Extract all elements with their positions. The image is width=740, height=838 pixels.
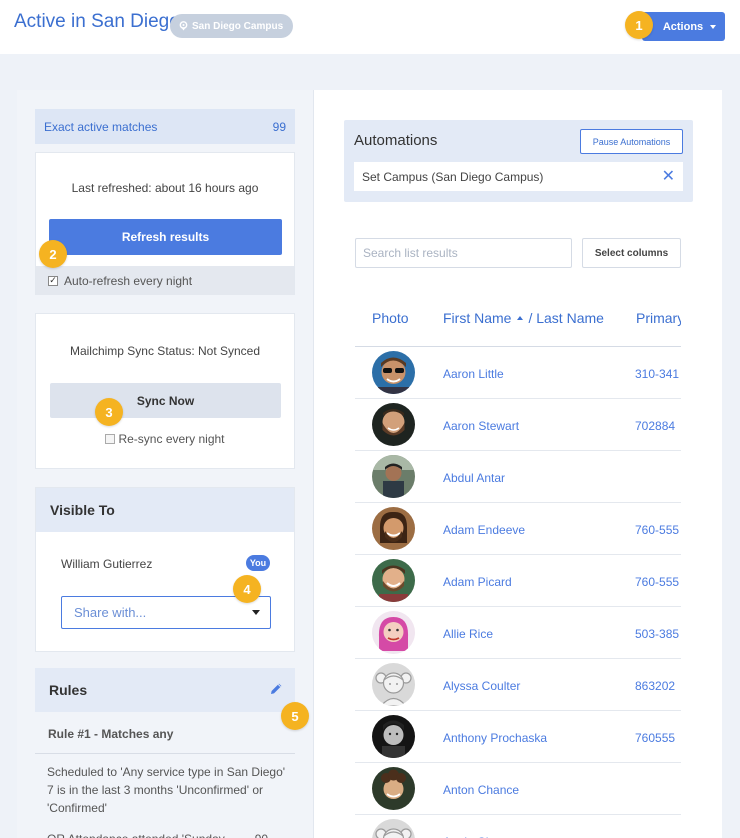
person-name-link[interactable]: Adam Picard [443,575,512,589]
person-name-link[interactable]: Anton Chance [443,783,519,797]
resync-checkbox[interactable] [105,434,116,444]
table-row[interactable]: Allie Rice 503-385 [355,607,681,659]
sort-ascending-icon [517,316,524,321]
resync-toggle[interactable]: Re-sync every night [36,432,294,446]
column-primary[interactable]: Primary [636,310,681,326]
avatar [372,455,415,498]
auto-refresh-checkbox[interactable]: ✓ [48,275,58,286]
primary-phone[interactable]: 310-341 [635,367,679,381]
person-name-link[interactable]: Anthony Prochaska [443,731,547,745]
table-row[interactable]: Alyssa Coulter 863202 [355,659,681,711]
visible-to-card: Visible To William Gutierrez You Share w… [35,487,295,652]
auto-refresh-label: Auto-refresh every night [64,273,193,288]
last-refreshed-text: Last refreshed: about 16 hours ago [71,181,259,195]
owner-name: William Gutierrez [61,557,153,571]
you-badge: You [246,555,270,571]
pause-automations-button[interactable]: Pause Automations [580,129,683,154]
person-name-link[interactable]: Adam Endeeve [443,523,525,537]
rule-description: Scheduled to 'Any service type in San Di… [47,765,286,815]
rules-card: Rules Rule #1 - Matches any Scheduled to… [35,668,295,838]
auto-refresh-toggle[interactable]: ✓ Auto-refresh every night [36,266,294,295]
column-first-name[interactable]: First Name [443,310,511,326]
page-title: Active in San Diego [14,11,180,32]
person-name-link[interactable]: Aaron Little [443,367,504,381]
avatar [372,663,415,706]
actions-button-label: Actions [662,20,704,33]
person-name-link[interactable]: Aaron Stewart [443,419,519,433]
primary-phone[interactable]: 702884 [635,419,675,433]
table-row[interactable]: Aaron Little 310-341 [355,347,681,399]
mailchimp-sync-status: Mailchimp Sync Status: Not Synced [69,344,261,358]
exact-matches-label: Exact active matches [44,119,158,134]
step-marker-5: 5 [281,702,309,730]
avatar [372,767,415,810]
search-list-input[interactable] [355,238,572,268]
rules-header: Rules [35,668,295,712]
edit-pencil-icon[interactable] [270,682,283,698]
table-row[interactable]: Adam Endeeve 760-555 [355,503,681,555]
visible-to-title: Visible To [36,488,294,532]
step-marker-3: 3 [95,398,123,426]
step-marker-1: 1 [625,11,653,39]
column-name[interactable]: First Name / Last Name [443,310,604,326]
table-body: Aaron Little 310-341 Aaron Stewart 702884 Ab… [355,347,681,838]
mailchimp-sync-card: Mailchimp Sync Status: Not Synced Sync N… [35,313,295,469]
campus-badge-label: San Diego Campus [192,20,284,32]
resync-label: Re-sync every night [118,432,225,446]
person-name-link[interactable]: Alyssa Coulter [443,679,520,693]
rule-description-2: OR Attendance attended 'Sunday ... ... 9… [47,830,287,838]
column-photo[interactable]: Photo [372,310,409,326]
avatar [372,507,415,550]
automations-panel: Automations Pause Automations Set Campus… [344,120,693,202]
step-marker-4: 4 [233,575,261,603]
actions-button[interactable]: Actions [642,12,725,41]
exact-matches-bar: Exact active matches 99 [35,109,295,144]
primary-phone[interactable]: 503-385 [635,627,679,641]
person-name-link[interactable]: Allie Rice [443,627,493,641]
campus-badge[interactable]: San Diego Campus [170,14,294,38]
step-marker-2: 2 [39,240,67,268]
location-pin-icon [179,21,188,31]
exact-matches-count: 99 [272,119,286,134]
table-row[interactable]: Abdul Antar [355,451,681,503]
avatar [372,715,415,758]
rule-title: Rule #1 - Matches any [48,727,174,741]
table-row[interactable]: Adam Picard 760-555 [355,555,681,607]
chevron-down-icon [252,610,260,615]
avatar [372,403,415,446]
table-row[interactable]: Anton Chance [355,763,681,815]
people-table: Photo First Name / Last Name Primary Aaro… [355,292,681,838]
primary-phone[interactable]: 863202 [635,679,675,693]
rule-divider [35,753,295,754]
primary-phone[interactable]: 760-555 [635,523,679,537]
avatar [372,351,415,394]
automations-title: Automations [354,132,438,149]
avatar [372,611,415,654]
automation-item: Set Campus (San Diego Campus) ✕ [354,162,683,191]
avatar [372,819,415,838]
close-icon[interactable]: ✕ [662,168,675,185]
table-row[interactable]: Annie Chaco [355,815,681,838]
select-columns-button[interactable]: Select columns [582,238,681,268]
table-row[interactable]: Aaron Stewart 702884 [355,399,681,451]
share-with-placeholder: Share with... [74,605,147,620]
refresh-card: Last refreshed: about 16 hours ago Refre… [35,152,295,295]
avatar [372,559,415,602]
automation-item-label: Set Campus (San Diego Campus) [362,169,544,184]
primary-phone[interactable]: 760555 [635,731,675,745]
column-last-name[interactable]: / Last Name [528,310,603,326]
primary-phone[interactable]: 760-555 [635,575,679,589]
rules-title: Rules [49,682,88,698]
table-row[interactable]: Anthony Prochaska 760555 [355,711,681,763]
sync-now-button[interactable]: Sync Now [50,383,281,418]
chevron-down-icon [710,24,717,29]
table-header: Photo First Name / Last Name Primary [355,292,681,347]
refresh-results-button[interactable]: Refresh results [49,219,282,255]
person-name-link[interactable]: Abdul Antar [443,471,505,485]
